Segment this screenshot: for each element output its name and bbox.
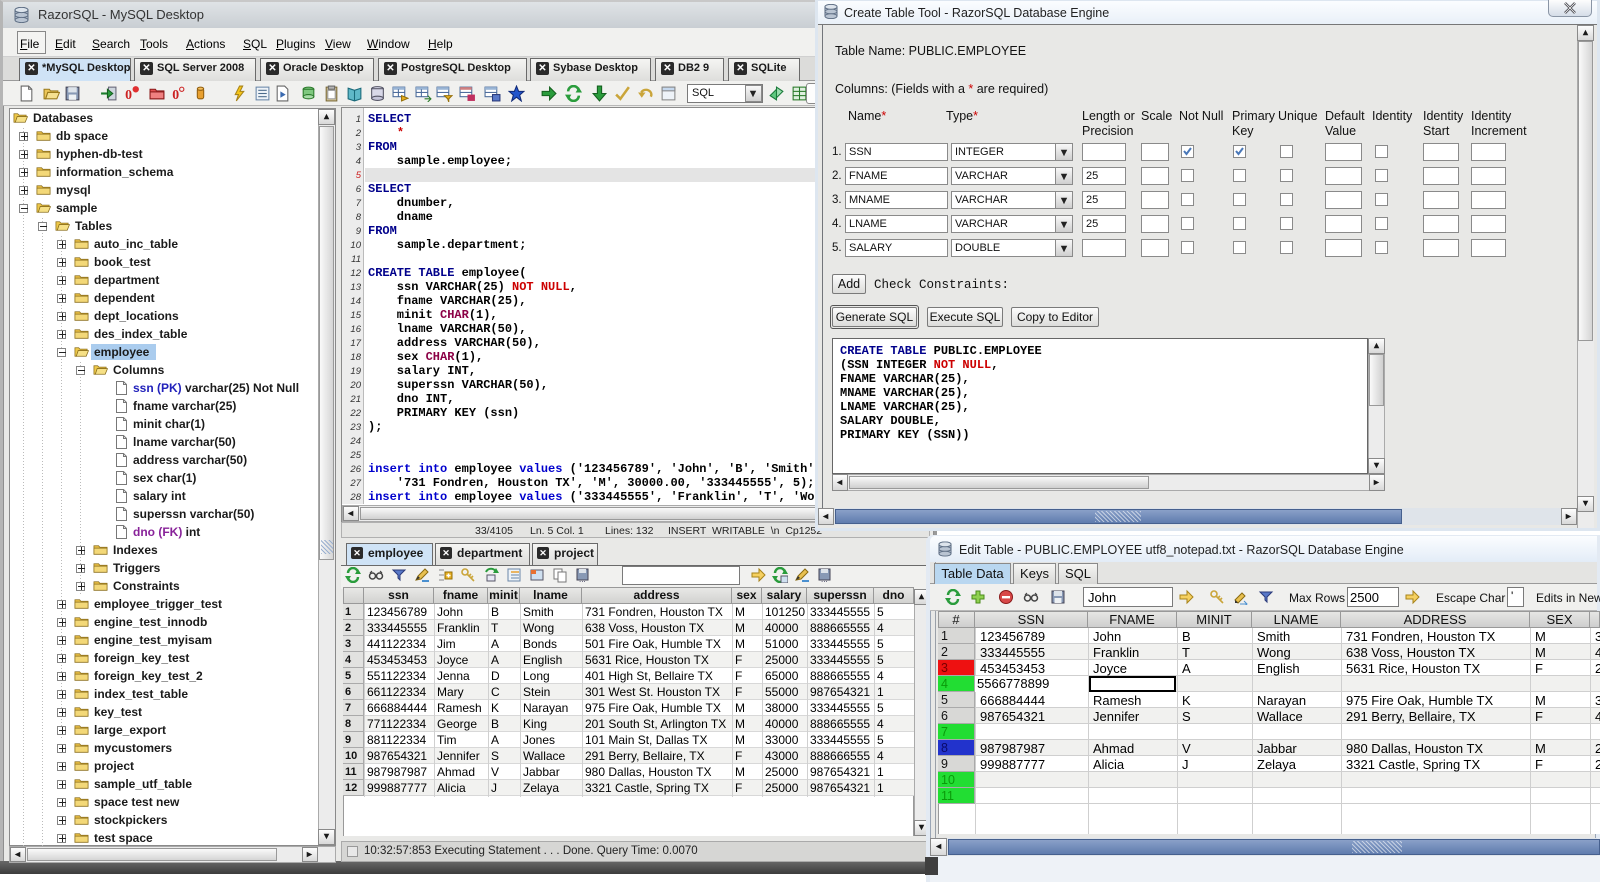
svg-text:...: ... — [579, 575, 586, 583]
svg-text:0: 0 — [172, 87, 179, 102]
svg-text:...: ... — [821, 575, 828, 583]
svg-text:0: 0 — [125, 87, 132, 102]
